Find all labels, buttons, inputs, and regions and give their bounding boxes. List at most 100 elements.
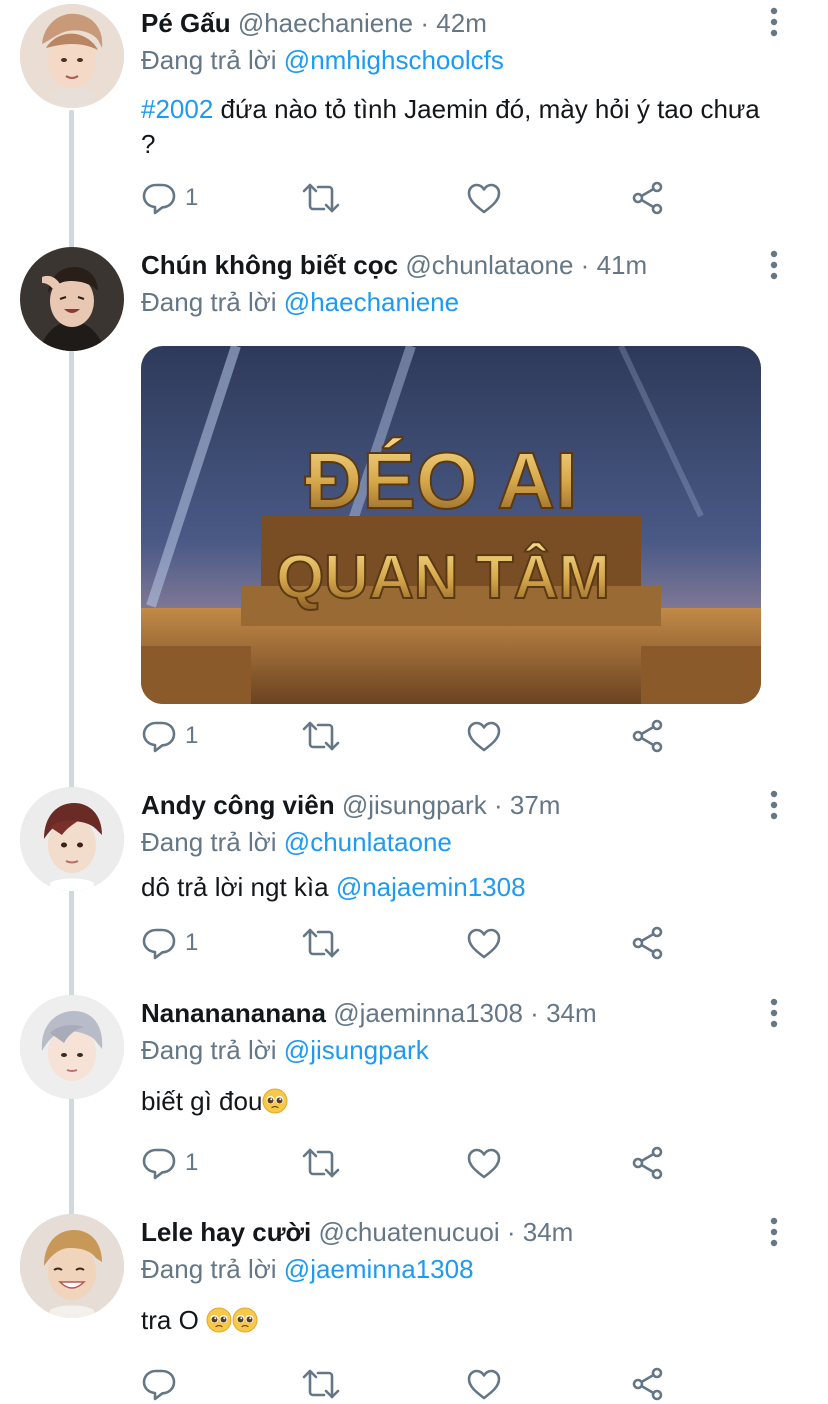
display-name[interactable]: Andy công viên (141, 790, 335, 820)
heart-icon (466, 719, 502, 753)
timestamp[interactable]: 42m (436, 8, 487, 38)
like-button[interactable] (466, 178, 502, 218)
replying-to: Đang trả lời @nmhighschoolcfs (141, 43, 771, 77)
separator-dot: · (506, 1217, 516, 1247)
display-name[interactable]: Lele hay cười (141, 1217, 311, 1247)
more-vertical-icon[interactable] (762, 789, 786, 821)
display-name[interactable]: Pé Gấu (141, 8, 231, 38)
share-button[interactable] (630, 1364, 666, 1404)
reply-icon (141, 925, 177, 961)
user-handle[interactable]: @chuatenucuoi (319, 1217, 500, 1247)
avatar[interactable] (20, 787, 124, 891)
tweet[interactable]: Andy công viên @jisungpark · 37m Đang tr… (0, 783, 828, 988)
timestamp[interactable]: 34m (523, 1217, 574, 1247)
reply-count: 1 (185, 929, 199, 956)
tweet-text: biết gì đou (141, 1084, 781, 1119)
replying-to-mention[interactable]: @jaeminna1308 (284, 1254, 474, 1284)
tweet[interactable]: Lele hay cười @chuatenucuoi · 34m Đang t… (0, 1210, 828, 1402)
reply-icon (141, 718, 177, 754)
avatar[interactable] (20, 995, 124, 1099)
like-button[interactable] (466, 1364, 502, 1404)
timestamp[interactable]: 37m (510, 790, 561, 820)
tweet[interactable]: Chún không biết cọc @chunlataone · 41m Đ… (0, 243, 828, 783)
replying-to-label: Đang trả lời (141, 1254, 277, 1284)
avatar[interactable] (20, 1214, 124, 1318)
tweet-actions: 1 (141, 923, 701, 963)
more-vertical-icon[interactable] (762, 249, 786, 281)
text-mention-link[interactable]: @najaemin1308 (336, 872, 526, 902)
tweet-content: Chún không biết cọc @chunlataone · 41m Đ… (141, 243, 771, 319)
share-button[interactable] (630, 178, 666, 218)
share-button[interactable] (630, 1143, 666, 1183)
replying-to-mention[interactable]: @haechaniene (284, 287, 459, 317)
tweet-header: Pé Gấu @haechaniene · 42m (141, 3, 771, 43)
user-handle[interactable]: @chunlataone (405, 250, 573, 280)
media-text-line1: ĐÉO AI (305, 436, 578, 525)
pleading-face-emoji (262, 1088, 288, 1114)
replying-to-mention[interactable]: @jisungpark (284, 1035, 429, 1065)
replying-to-label: Đang trả lời (141, 287, 277, 317)
retweet-button[interactable] (301, 716, 341, 756)
share-button[interactable] (630, 716, 666, 756)
replying-to-label: Đang trả lời (141, 1035, 277, 1065)
reply-button[interactable]: 1 (141, 178, 198, 218)
user-handle[interactable]: @jaeminna1308 (333, 998, 523, 1028)
display-name[interactable]: Chún không biết cọc (141, 250, 398, 280)
avatar[interactable] (20, 247, 124, 351)
share-icon (630, 925, 666, 961)
reply-button[interactable]: 1 (141, 1143, 198, 1183)
replying-to: Đang trả lời @jaeminna1308 (141, 1252, 771, 1286)
tweet-text-body: biết gì đou (141, 1086, 263, 1116)
retweet-button[interactable] (301, 923, 341, 963)
retweet-icon (301, 718, 341, 754)
tweet-content: Pé Gấu @haechaniene · 42m Đang trả lời @… (141, 0, 771, 162)
share-icon (630, 718, 666, 754)
retweet-icon (301, 1145, 341, 1181)
tweet-content: Lele hay cười @chuatenucuoi · 34m Đang t… (141, 1210, 771, 1338)
tweet-actions (141, 1364, 701, 1404)
tweet-content: Nananananana @jaeminna1308 · 34m Đang tr… (141, 991, 771, 1119)
more-vertical-icon[interactable] (762, 1216, 786, 1248)
replying-to-mention[interactable]: @chunlataone (284, 827, 452, 857)
tweet-header: Andy công viên @jisungpark · 37m (141, 785, 771, 825)
separator-dot: · (420, 8, 430, 38)
tweet-content: Andy công viên @jisungpark · 37m Đang tr… (141, 783, 771, 905)
reply-icon (141, 1366, 177, 1402)
tweet-text-body: dô trả lời ngt kìa (141, 872, 336, 902)
tweet[interactable]: Nananananana @jaeminna1308 · 34m Đang tr… (0, 991, 828, 1207)
more-vertical-icon[interactable] (762, 997, 786, 1029)
like-button[interactable] (466, 1143, 502, 1183)
display-name[interactable]: Nananananana (141, 998, 326, 1028)
timestamp[interactable]: 34m (546, 998, 597, 1028)
retweet-button[interactable] (301, 178, 341, 218)
replying-to-label: Đang trả lời (141, 45, 277, 75)
share-icon (630, 180, 666, 216)
pleading-face-emoji (232, 1307, 258, 1333)
retweet-button[interactable] (301, 1364, 341, 1404)
retweet-button[interactable] (301, 1143, 341, 1183)
hashtag-link[interactable]: #2002 (141, 94, 213, 124)
like-button[interactable] (466, 716, 502, 756)
share-button[interactable] (630, 923, 666, 963)
tweet-text: #2002 đứa nào tỏ tình Jaemin đó, mày hỏi… (141, 92, 781, 162)
tweet-media-image[interactable]: ĐÉO AI QUAN TÂM (141, 346, 761, 704)
timestamp[interactable]: 41m (597, 250, 648, 280)
reply-icon (141, 180, 177, 216)
heart-icon (466, 1146, 502, 1180)
user-handle[interactable]: @jisungpark (342, 790, 487, 820)
reply-button[interactable] (141, 1364, 177, 1404)
replying-to-label: Đang trả lời (141, 827, 277, 857)
reply-count: 1 (185, 722, 199, 749)
reply-button[interactable]: 1 (141, 716, 198, 756)
avatar[interactable] (20, 4, 124, 108)
retweet-icon (301, 180, 341, 216)
user-handle[interactable]: @haechaniene (238, 8, 413, 38)
tweet-actions: 1 (141, 178, 701, 218)
like-button[interactable] (466, 923, 502, 963)
replying-to-mention[interactable]: @nmhighschoolcfs (284, 45, 504, 75)
more-vertical-icon[interactable] (762, 6, 786, 38)
separator-dot: · (530, 998, 539, 1028)
reply-button[interactable]: 1 (141, 923, 198, 963)
tweet[interactable]: Pé Gấu @haechaniene · 42m Đang trả lời @… (0, 0, 828, 240)
reply-count: 1 (185, 1149, 199, 1176)
